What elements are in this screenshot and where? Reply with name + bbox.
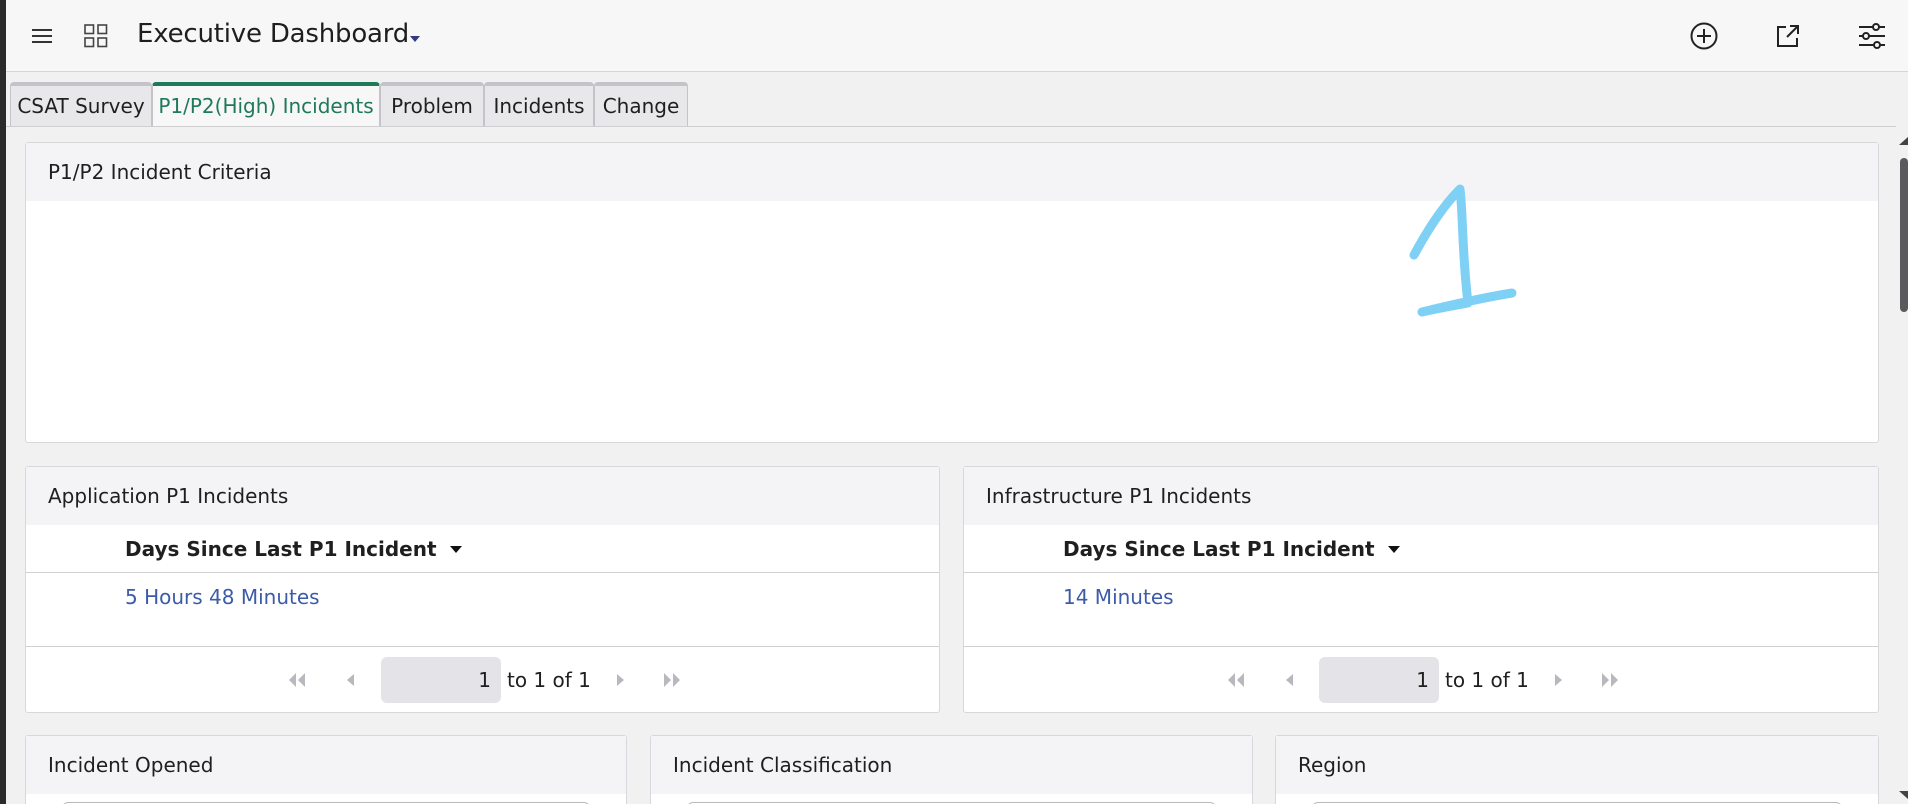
menu-icon[interactable] (24, 20, 60, 52)
first-page-icon[interactable] (286, 671, 308, 689)
apps-grid-icon[interactable] (76, 20, 116, 52)
last-page-icon[interactable] (661, 671, 683, 689)
column-header-days-since[interactable]: Days Since Last P1 Incident (125, 537, 463, 561)
tab-p1-p2-incidents[interactable]: P1/P2(High) Incidents (152, 82, 380, 126)
table-row: 5 Hours 48 Minutes (26, 573, 939, 647)
scrollbar-thumb[interactable] (1900, 158, 1908, 312)
tab-problem[interactable]: Problem (380, 82, 484, 126)
page-range-text: to 1 of 1 (507, 668, 591, 692)
table-header: Days Since Last P1 Incident (26, 525, 939, 573)
last-page-icon[interactable] (1599, 671, 1621, 689)
dashboard-title: Executive Dashboard (137, 19, 410, 49)
panel-title: Region (1276, 736, 1878, 794)
panel-title: Application P1 Incidents (26, 467, 939, 525)
filter-sliders-icon[interactable] (1852, 16, 1892, 56)
page-number-input[interactable]: 1 (1319, 657, 1439, 703)
column-header-days-since[interactable]: Days Since Last P1 Incident (1063, 537, 1401, 561)
panel-title: Incident Classification (651, 736, 1252, 794)
panel-title: Incident Opened (26, 736, 626, 794)
table-row: 14 Minutes (964, 573, 1878, 647)
region-panel: Region (1275, 735, 1879, 804)
panel-title: Infrastructure P1 Incidents (964, 467, 1878, 525)
top-header: Executive Dashboard (6, 0, 1908, 72)
infrastructure-p1-panel: Infrastructure P1 Incidents Days Since L… (963, 466, 1879, 713)
dashboard-tabs: CSAT Survey P1/P2(High) Incidents Proble… (6, 72, 1896, 127)
page-range-text: to 1 of 1 (1445, 668, 1529, 692)
handwritten-annotation: 1 (1409, 184, 1517, 317)
scroll-up-icon[interactable] (1899, 136, 1908, 146)
next-page-icon[interactable] (609, 671, 631, 689)
tab-csat-survey[interactable]: CSAT Survey (10, 82, 152, 126)
page-number-input[interactable]: 1 (381, 657, 501, 703)
pagination: 1 to 1 of 1 (26, 647, 939, 713)
add-circle-icon[interactable] (1684, 16, 1724, 56)
share-icon[interactable] (1768, 16, 1808, 56)
incident-classification-panel: Incident Classification (650, 735, 1253, 804)
tab-change[interactable]: Change (594, 82, 688, 126)
pagination: 1 to 1 of 1 (964, 647, 1878, 713)
tab-incidents[interactable]: Incidents (484, 82, 594, 126)
prev-page-icon[interactable] (340, 671, 362, 689)
chevron-down-icon[interactable] (408, 31, 422, 42)
panel-title: P1/P2 Incident Criteria (26, 143, 1878, 201)
application-p1-panel: Application P1 Incidents Days Since Last… (25, 466, 940, 713)
days-since-value-link[interactable]: 14 Minutes (1063, 585, 1174, 609)
sort-caret-icon (449, 545, 462, 553)
incident-opened-panel: Incident Opened (25, 735, 627, 804)
first-page-icon[interactable] (1225, 671, 1247, 689)
sort-caret-icon (1387, 545, 1400, 553)
criteria-panel: P1/P2 Incident Criteria 1 (25, 142, 1879, 443)
prev-page-icon[interactable] (1279, 671, 1301, 689)
next-page-icon[interactable] (1547, 671, 1569, 689)
scroll-down-icon[interactable] (1899, 790, 1908, 800)
days-since-value-link[interactable]: 5 Hours 48 Minutes (125, 585, 320, 609)
table-header: Days Since Last P1 Incident (964, 525, 1878, 573)
